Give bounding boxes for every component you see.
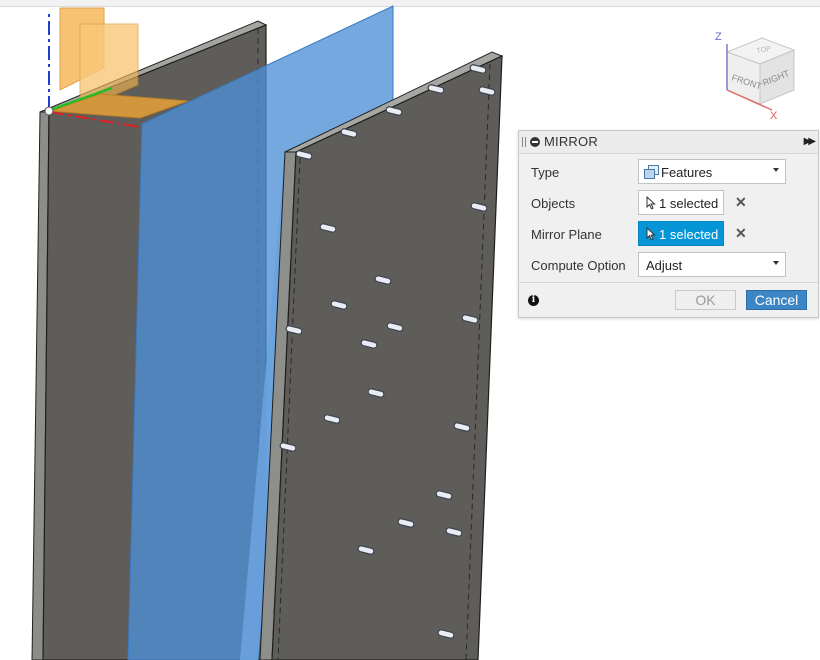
view-cube[interactable]: TOP FRONT RIGHT Z X (715, 31, 796, 122)
cursor-icon (646, 196, 656, 210)
ok-button[interactable]: OK (675, 290, 736, 310)
chevron-down-icon (773, 261, 779, 265)
objects-label: Objects (531, 196, 576, 211)
compute-option-row: Compute Option Adjust (519, 249, 818, 280)
view-cube-z-label: Z (715, 31, 722, 43)
type-dropdown[interactable]: Features (638, 159, 786, 184)
view-cube-x-label: X (770, 110, 778, 122)
cancel-button[interactable]: Cancel (746, 290, 807, 310)
compute-option-label: Compute Option (531, 258, 626, 273)
drag-handle-icon[interactable] (522, 137, 526, 147)
clear-objects-icon[interactable]: ✕ (735, 194, 747, 211)
type-label: Type (531, 165, 560, 180)
mirror-plane-selection[interactable]: 1 selected (638, 221, 724, 246)
expand-arrows-icon[interactable]: ▶▶ (804, 136, 817, 147)
mirror-plane-label: Mirror Plane (531, 227, 602, 242)
dialog-footer: i OK Cancel (519, 282, 818, 317)
dialog-title: MIRROR (544, 134, 598, 149)
objects-selection[interactable]: 1 selected (638, 190, 724, 215)
type-value: Features (661, 165, 713, 180)
compute-option-dropdown[interactable]: Adjust (638, 252, 786, 277)
objects-value: 1 selected (659, 196, 719, 211)
features-icon (644, 165, 659, 179)
objects-row: Objects 1 selected ✕ (519, 187, 818, 218)
chevron-down-icon (773, 168, 779, 172)
mirror-plane-row: Mirror Plane 1 selected ✕ (519, 218, 818, 249)
origin-point[interactable] (44, 106, 54, 116)
compute-option-value: Adjust (646, 258, 683, 273)
cursor-icon (646, 227, 656, 241)
info-icon[interactable]: i (528, 295, 539, 306)
right-panel-front-face (271, 55, 503, 660)
3d-viewport[interactable]: TOP FRONT RIGHT Z X (0, 0, 820, 660)
mirror-dialog: MIRROR ▶▶ Type Features Objects 1 select… (518, 130, 819, 318)
type-row: Type Features (519, 156, 818, 187)
clear-mirror-plane-icon[interactable]: ✕ (735, 225, 747, 242)
dialog-header[interactable]: MIRROR ▶▶ (519, 131, 818, 154)
mirror-plane-value: 1 selected (659, 227, 719, 242)
collapse-icon[interactable] (530, 137, 540, 147)
